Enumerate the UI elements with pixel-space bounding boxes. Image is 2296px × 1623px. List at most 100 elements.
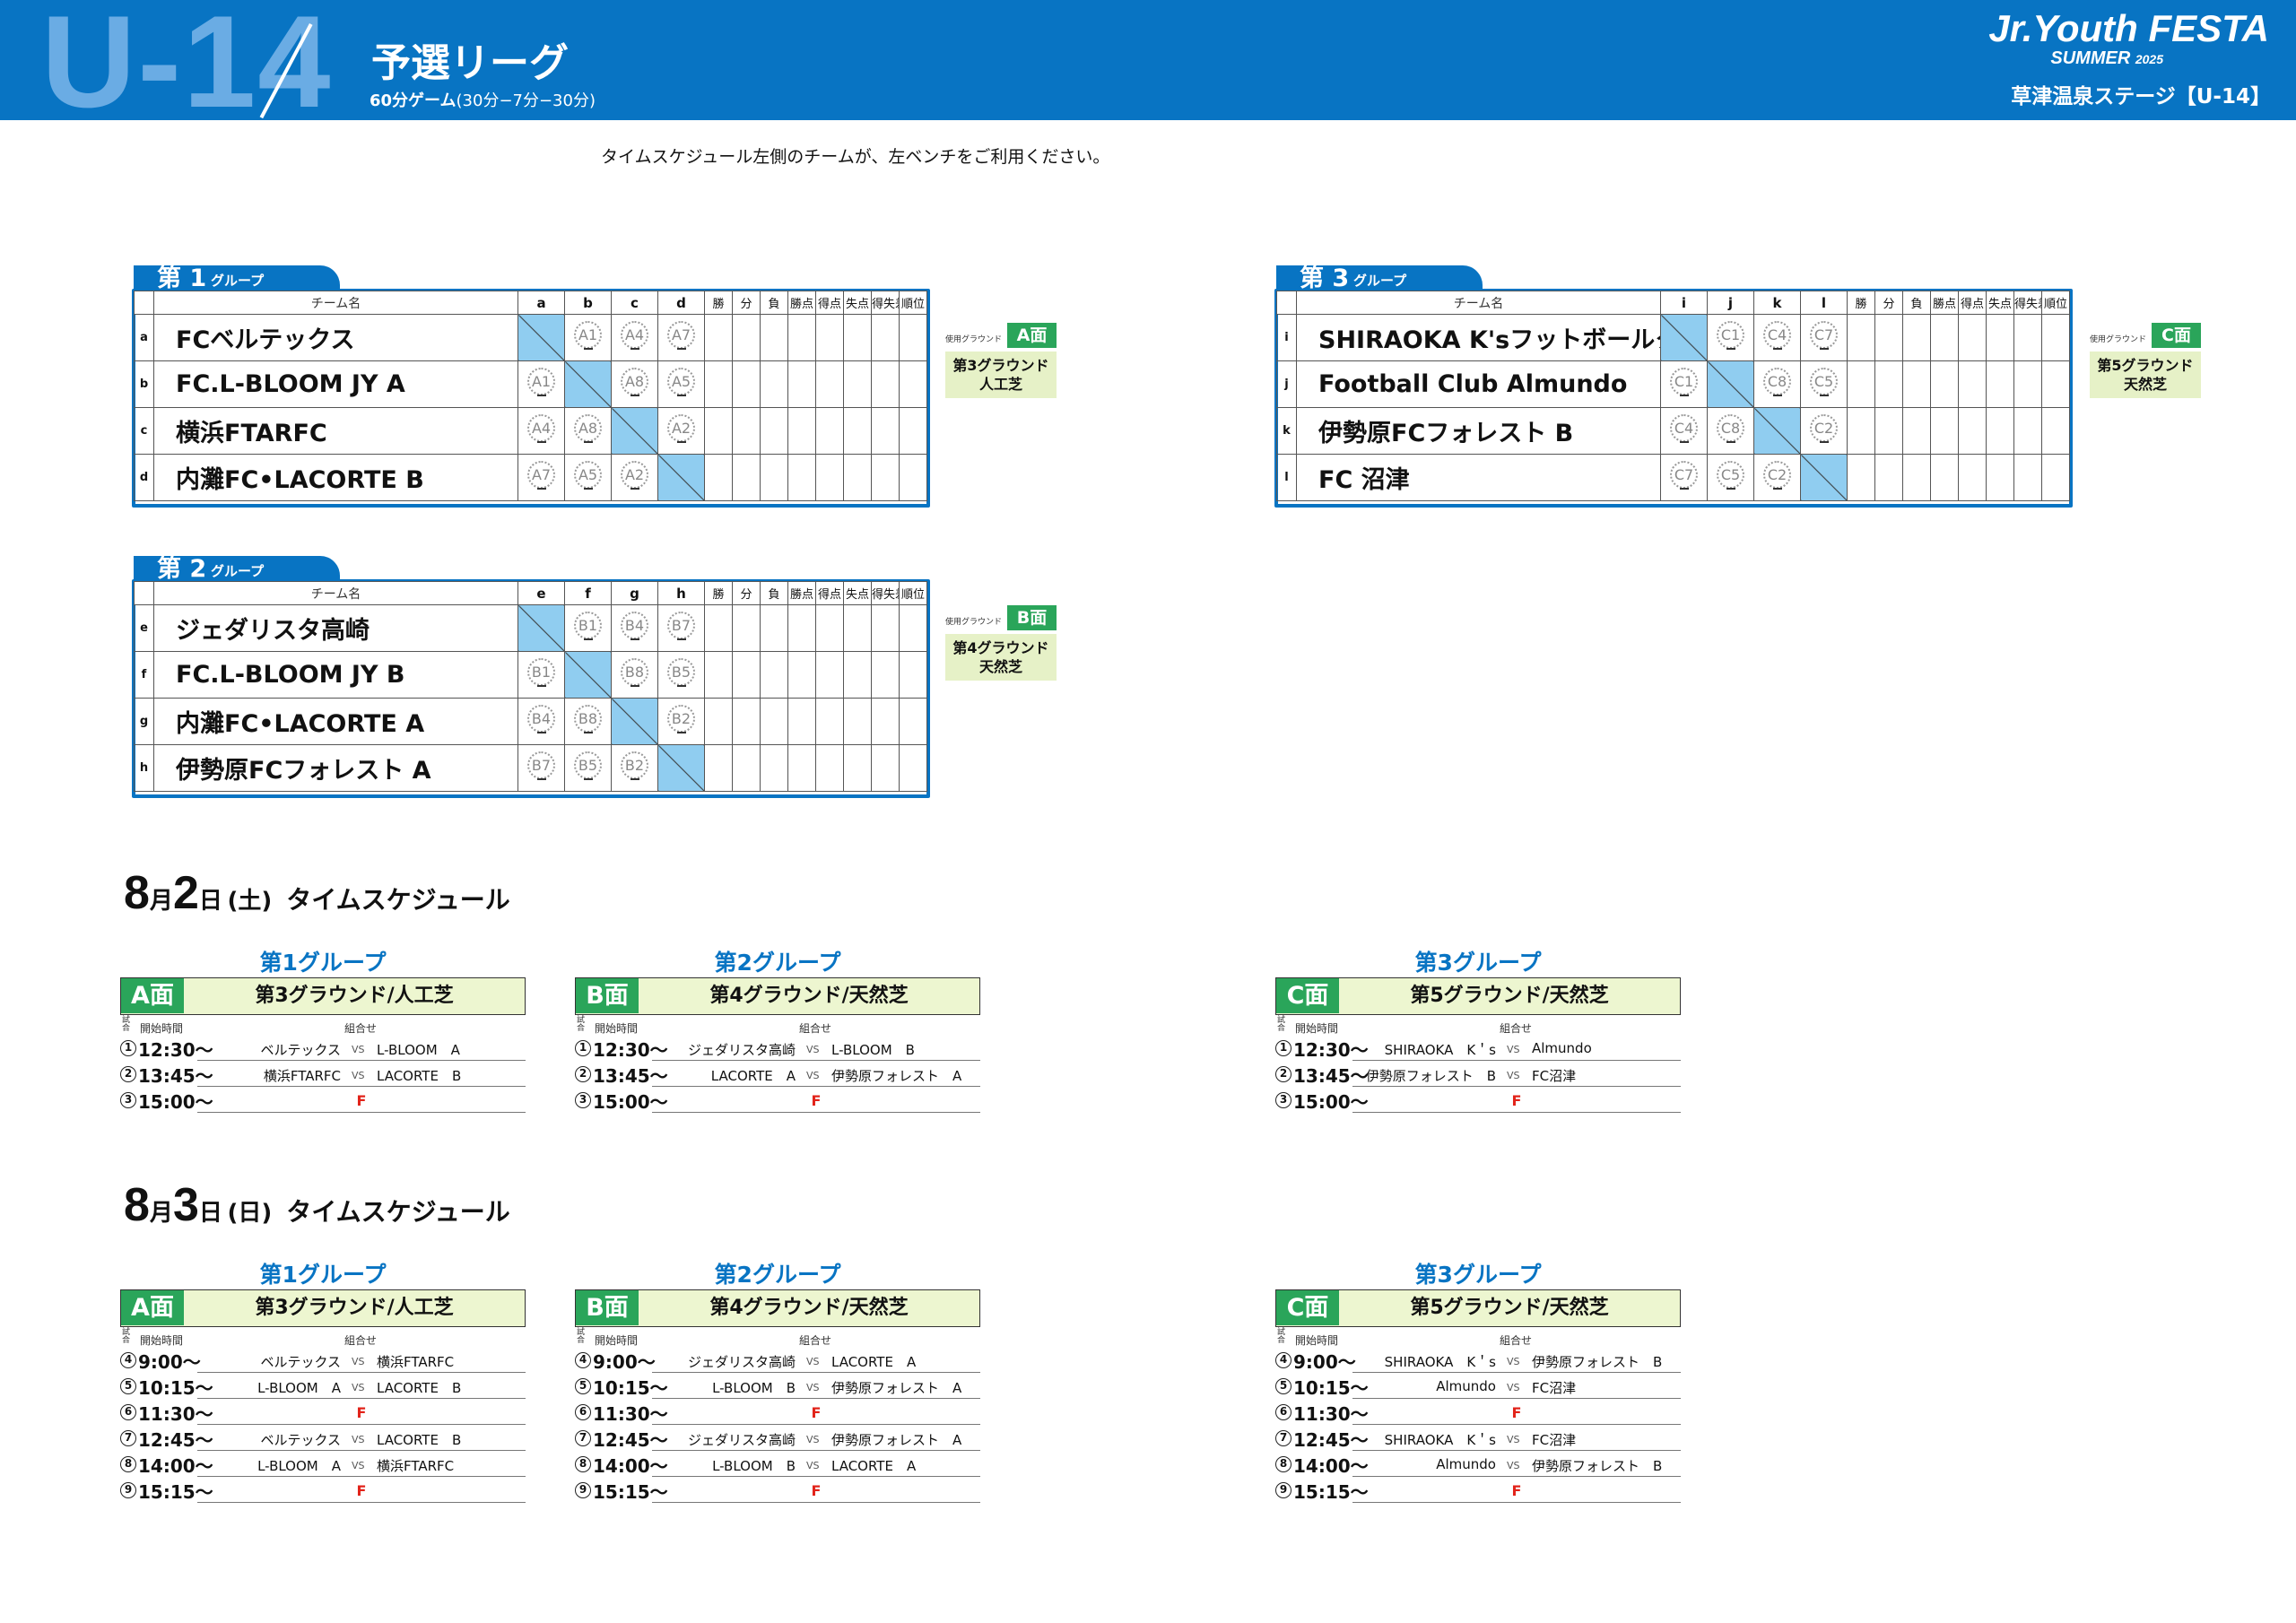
header-blank [134,291,154,315]
stat-cell [1847,360,1875,408]
score-dash [536,685,546,687]
schedule-row: 2 13:45〜 伊勢原フォレスト B VS FC沼津 [1275,1061,1681,1087]
schedule-group-3: 第3グループ C面 第5グラウンド/天然芝 試合 開始時間 組合せ 1 12:30〜 SHIRA… [1275,945,1681,1113]
vs-label: VS [1507,1382,1520,1393]
weekday: (日) [227,1200,273,1227]
start-time: 9:00〜 [1293,1351,1356,1373]
stat-cell [1902,314,1931,361]
stat-cell [760,360,788,408]
home-team: LACORTE A [710,1068,796,1084]
match-number: 2 [120,1066,136,1082]
vs-label: VS [1507,1434,1520,1445]
row-label: j [1276,360,1297,408]
match-code: A5 [667,368,695,395]
vs-label: VS [1507,1070,1520,1081]
home-team: ジェダリスタ高崎 [687,1432,796,1448]
col-matchup: 組合せ [344,1022,378,1035]
pitch-badge: B面 [576,978,639,1013]
score-dash [1679,488,1689,490]
row-label: k [1276,407,1297,455]
self-match-cell [657,744,705,792]
team-name: SHIRAOKA K'sフットボールクラブ [1296,314,1661,361]
stat-cell [899,360,927,408]
home-team: SHIRAOKA K＇s [1384,1354,1496,1370]
header-opponent: f [564,581,612,605]
vs-label: VS [806,1382,820,1393]
header-opponent: g [611,581,658,605]
header-stat: 負 [760,291,788,315]
ground-name: 第3グラウンド [952,357,1049,374]
stat-cell [843,314,872,361]
ground-surface: 天然芝 [2123,376,2167,393]
stat-cell [760,604,788,652]
home-team: L-BLOOM B [712,1380,796,1396]
match-cell: B8 [611,651,658,699]
team-name: Football Club Almundo [1296,360,1661,408]
header-stat: 分 [732,291,761,315]
match-number: 2 [575,1066,591,1082]
free-slot: F [356,1482,367,1499]
row-label: b [134,360,154,408]
stat-cell [815,604,844,652]
header-opponent: h [657,581,705,605]
away-team: 伊勢原フォレスト A [831,1380,962,1396]
schedule-rows: 1 12:30〜 SHIRAOKA K＇s VS Almundo 2 13:45〜 伊勢原フォ… [1275,1035,1681,1113]
away-team: LACORTE B [377,1380,462,1396]
stat-cell [899,698,927,745]
vs-label: VS [352,1356,365,1367]
vs-label: VS [1507,1044,1520,1055]
score-dash [630,488,639,490]
schedule-group-2: 第2グループ B面 第4グラウンド/天然芝 試合 開始時間 組合せ 1 12:30〜 ジェダリス… [575,945,980,1113]
schedule-row: 1 12:30〜 ベルテックス VS L-BLOOM A [120,1035,526,1061]
table-row: iSHIRAOKA K'sフットボールクラブ C1 C4 C7 [1276,314,2070,361]
schedule-column-headers: 試合 開始時間 組合せ [575,1017,980,1036]
match-code: C2 [1810,414,1838,442]
score-dash [583,778,593,780]
match-cell: B4 [517,698,565,745]
schedule-row: 5 10:15〜 Almundo VS FC沼津 [1275,1373,1681,1399]
team-name: 内灘FC•LACORTE B [153,454,518,501]
stat-cell [815,407,844,455]
header-stat: 得点 [1958,291,1987,315]
match-number: 7 [120,1430,136,1446]
stat-cell [704,744,733,792]
schedule-row: 9 15:15〜 F [120,1477,526,1503]
stat-cell [843,651,872,699]
score-dash [583,348,593,350]
match-code: C4 [1763,321,1791,349]
schedule-row: 6 11:30〜 F [1275,1399,1681,1425]
stat-cell [899,407,927,455]
stat-cell [760,651,788,699]
vs-label: VS [806,1044,820,1055]
match-number: 1 [1275,1040,1292,1056]
score-dash [1819,395,1829,396]
table-row: e ジェダリスタ高崎 B1 B4 B7 [134,604,927,652]
ground-box: 第5グラウンド 天然芝 [2090,352,2201,398]
match-cell: B5 [657,651,705,699]
header-stat: 得失差 [2013,291,2042,315]
ground-name: 第4グラウンド/天然芝 [709,1297,909,1319]
match-cell: C2 [1753,454,1801,501]
match-number: 5 [120,1378,136,1394]
match-code: C7 [1810,321,1838,349]
ground-name: 第4グラウンド [952,639,1049,656]
schedule-group-title: 第2グループ [714,950,841,976]
match-code: A5 [574,461,602,489]
stat-cell [899,651,927,699]
stat-cell [815,744,844,792]
score-dash [1772,488,1782,490]
header-stat: 失点 [843,581,872,605]
score-dash [630,778,639,780]
month-unit: 月 [149,888,173,915]
away-team: LACORTE A [831,1458,917,1474]
schedule-row: 4 9:00〜 ジェダリスタ高崎 VS LACORTE A [575,1347,980,1373]
stat-cell [1958,407,1987,455]
score-dash [583,441,593,443]
match-number: 1 [575,1040,591,1056]
stat-cell [871,360,900,408]
match-code: C5 [1810,368,1838,395]
schedule-row: 4 9:00〜 SHIRAOKA K＇s VS 伊勢原フォレスト B [1275,1347,1681,1373]
stat-cell [787,360,816,408]
standings-table: チーム名ijkl勝分負勝点得点失点得失差順位iSHIRAOKA K'sフットボー… [1276,291,2070,501]
score-dash [676,441,686,443]
